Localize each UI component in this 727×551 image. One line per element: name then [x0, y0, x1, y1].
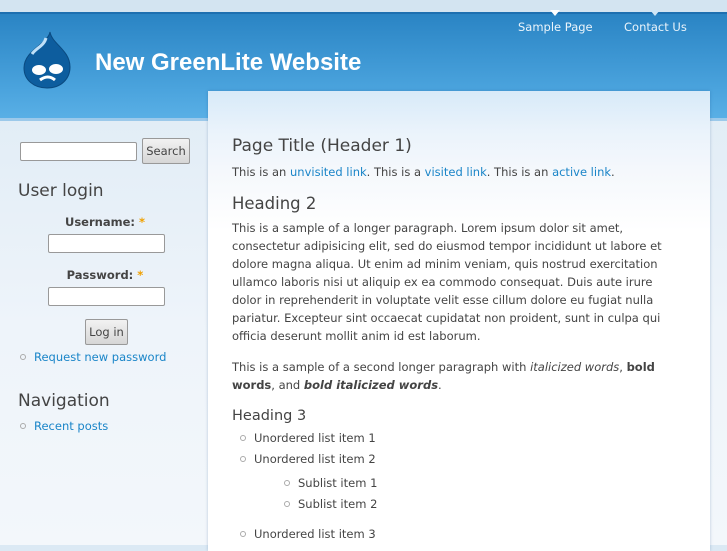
search-button[interactable]: Search [142, 138, 190, 164]
main-content: Page Title (Header 1) This is an unvisit… [208, 91, 710, 551]
links-paragraph: This is an unvisited link. This is a vis… [232, 163, 672, 181]
request-password-link[interactable]: Request new password [20, 350, 166, 364]
search-input[interactable] [20, 142, 137, 161]
item-text: Unordered list item 2 [254, 452, 376, 466]
password-label-text: Password: [66, 268, 134, 282]
nav-label: Contact Us [624, 20, 687, 34]
nav-contact-us[interactable]: Contact Us [624, 10, 687, 34]
recent-posts-link[interactable]: Recent posts [20, 419, 108, 433]
link-text: Request new password [34, 350, 167, 364]
username-field[interactable] [48, 234, 165, 253]
bullet-icon [284, 480, 290, 486]
drupal-logo-icon[interactable] [20, 30, 74, 90]
login-button[interactable]: Log in [85, 319, 128, 345]
page-title: Page Title (Header 1) [232, 136, 412, 156]
indicator-icon [650, 10, 661, 16]
text: , [619, 360, 627, 374]
visited-link[interactable]: visited link [425, 165, 487, 179]
username-label-text: Username: [64, 215, 135, 229]
bullet-icon [240, 435, 246, 441]
item-text: Unordered list item 1 [254, 431, 376, 445]
list-item: Unordered list item 3 [232, 525, 672, 543]
text: . [438, 378, 442, 392]
link-text: Recent posts [34, 419, 109, 433]
text: . [611, 165, 615, 179]
sublist: Sublist item 1 Sublist item 2 [276, 474, 672, 513]
sublist-item: Sublist item 2 [276, 495, 672, 513]
bullet-icon [284, 501, 290, 507]
bullet-icon [240, 456, 246, 462]
site-name-link[interactable]: New GreenLite Website [95, 49, 361, 77]
heading-2: Heading 2 [232, 194, 317, 213]
bullet-icon [240, 531, 246, 537]
password-label: Password: * [20, 268, 190, 282]
text: . This is an [486, 165, 553, 179]
required-marker: * [137, 268, 144, 282]
navigation-heading: Navigation [18, 391, 110, 411]
nav-label: Sample Page [518, 20, 593, 34]
active-link[interactable]: active link [552, 165, 611, 179]
bold-italic-text: bold italicized words [303, 378, 439, 392]
unvisited-link[interactable]: unvisited link [290, 165, 367, 179]
bullet-icon [20, 354, 26, 360]
nav-sample-page[interactable]: Sample Page [518, 10, 593, 34]
text: . This is a [366, 165, 425, 179]
text: , and [271, 378, 304, 392]
username-label: Username: * [20, 215, 190, 229]
text: This is a sample of a second longer para… [232, 360, 531, 374]
required-marker: * [138, 215, 145, 229]
heading-3: Heading 3 [232, 408, 307, 424]
top-band [0, 0, 727, 12]
bullet-icon [20, 423, 26, 429]
item-text: Unordered list item 3 [254, 527, 376, 541]
list-item: Unordered list item 1 [232, 429, 672, 447]
user-login-heading: User login [18, 181, 104, 201]
unordered-list: Unordered list item 1 Unordered list ite… [232, 429, 672, 543]
text: This is an [232, 165, 290, 179]
sublist-item: Sublist item 1 [276, 474, 672, 492]
paragraph-1: This is a sample of a longer paragraph. … [232, 221, 662, 343]
italic-text: italicized words [530, 360, 620, 374]
item-text: Sublist item 1 [298, 476, 378, 490]
password-field[interactable] [48, 287, 165, 306]
item-text: Sublist item 2 [298, 497, 378, 511]
list-item: Unordered list item 2 Sublist item 1 Sub… [232, 450, 672, 513]
active-indicator-icon [550, 10, 561, 16]
paragraph-2: This is a sample of a second longer para… [232, 358, 672, 394]
